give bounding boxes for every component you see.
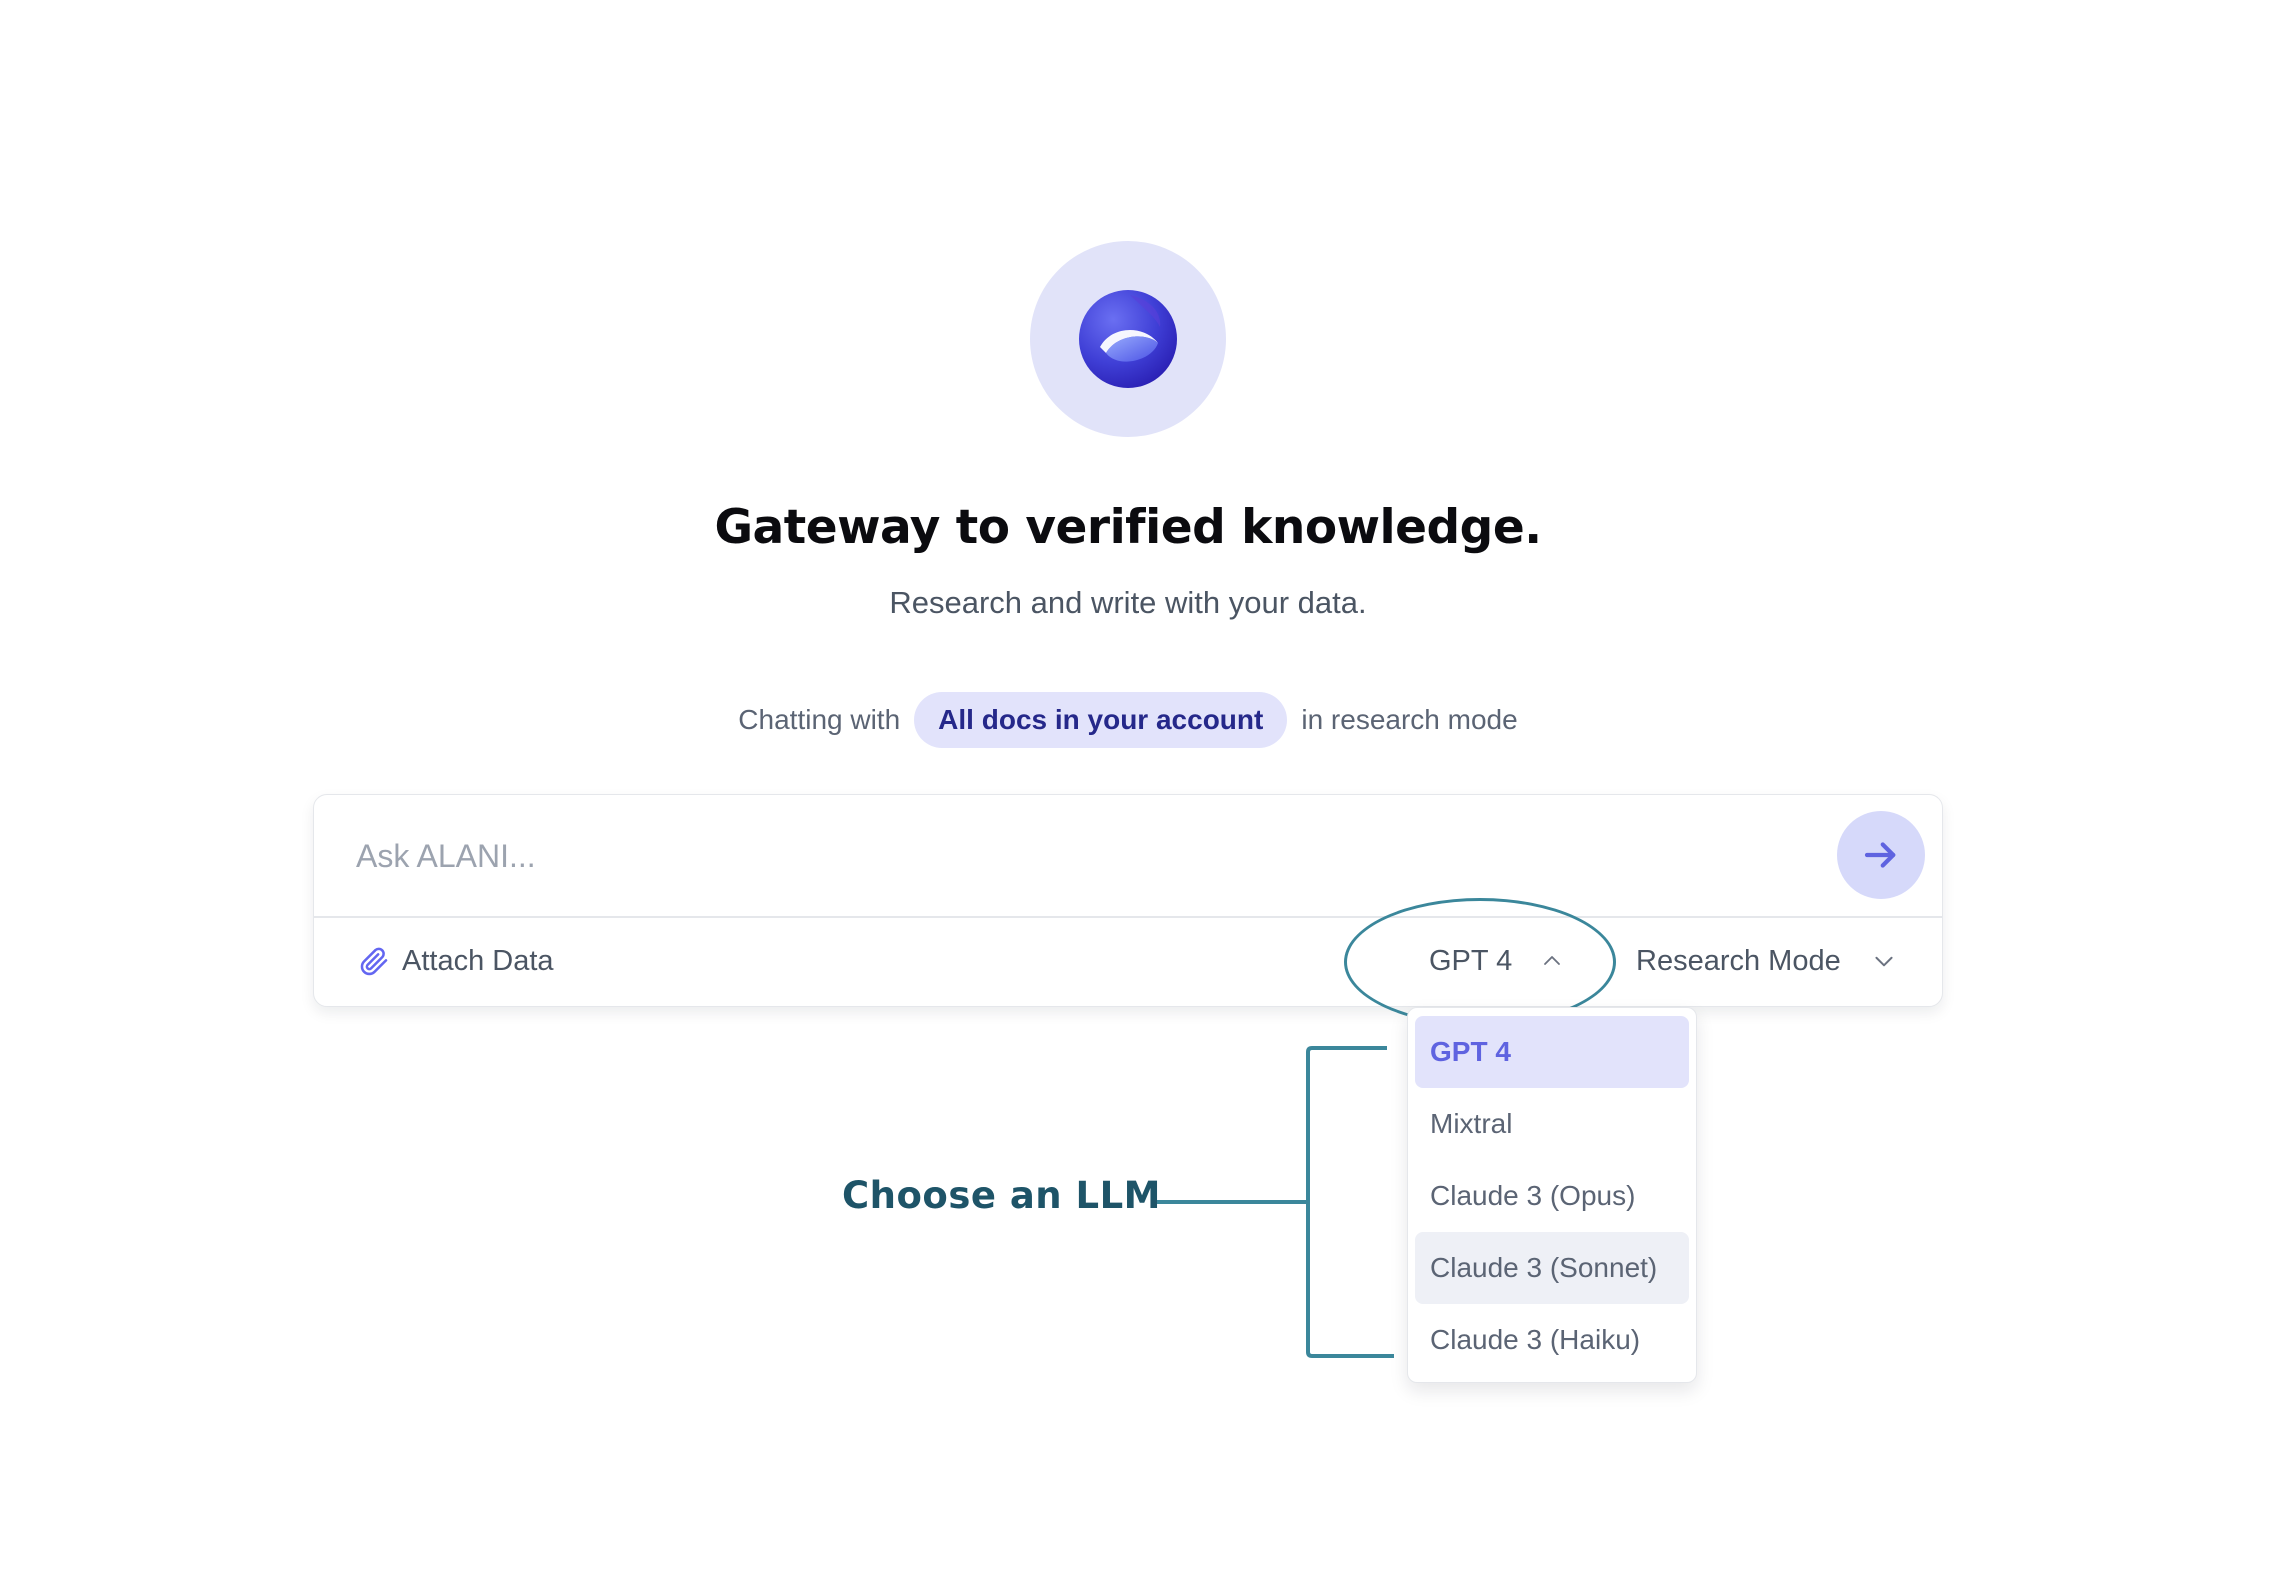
send-button[interactable] (1837, 811, 1925, 899)
chat-composer: Attach Data GPT 4 Research Mode (313, 794, 1943, 1007)
model-option-claude-sonnet[interactable]: Claude 3 (Sonnet) (1415, 1232, 1689, 1304)
attach-data-label: Attach Data (402, 944, 554, 977)
model-option-claude-opus[interactable]: Claude 3 (Opus) (1415, 1160, 1689, 1232)
alani-logo-icon (1079, 290, 1177, 388)
composer-divider (314, 916, 1942, 918)
context-prefix: Chatting with (738, 704, 901, 735)
page-title: Gateway to verified knowledge. (714, 500, 1542, 555)
model-dropdown: GPT 4 Mixtral Claude 3 (Opus) Claude 3 (… (1407, 1007, 1697, 1383)
context-suffix: in research mode (1301, 704, 1518, 735)
page-subtitle: Research and write with your data. (889, 585, 1367, 620)
alani-logo (1030, 241, 1226, 437)
arrow-right-icon (1864, 842, 1896, 868)
model-option-mixtral[interactable]: Mixtral (1415, 1088, 1689, 1160)
model-option-claude-haiku[interactable]: Claude 3 (Haiku) (1415, 1304, 1689, 1376)
model-option-gpt4[interactable]: GPT 4 (1415, 1016, 1689, 1088)
annotation-bracket (1157, 1046, 1394, 1358)
chevron-up-icon (1544, 956, 1561, 965)
model-select[interactable]: GPT 4 (1429, 935, 1564, 987)
mode-select[interactable]: Research Mode (1636, 935, 1897, 987)
chat-context-row: Chatting with All docs in your account i… (0, 692, 2256, 748)
paperclip-icon (360, 947, 388, 976)
chevron-down-icon (1875, 956, 1893, 967)
mode-select-label: Research Mode (1636, 944, 1841, 977)
annotation-label: Choose an LLM (842, 1174, 1161, 1217)
model-select-label: GPT 4 (1429, 944, 1513, 977)
data-source-chip[interactable]: All docs in your account (914, 692, 1288, 748)
chat-input[interactable] (354, 825, 1758, 887)
attach-data-button[interactable]: Attach Data (358, 935, 554, 987)
